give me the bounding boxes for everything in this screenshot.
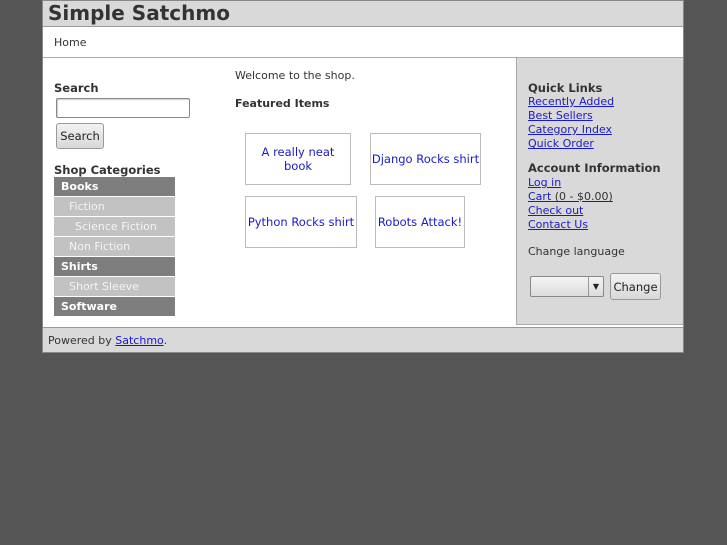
category-item-science-fiction[interactable]: Science Fiction xyxy=(54,217,175,236)
product-link[interactable]: Django Rocks shirt xyxy=(372,152,479,166)
category-list: Books Fiction Science Fiction Non Fictio… xyxy=(54,177,175,317)
header: Simple Satchmo xyxy=(43,1,683,27)
footer: Powered by Satchmo. xyxy=(43,327,683,352)
page-container: Simple Satchmo Home Search Search Shop C… xyxy=(42,0,684,353)
recently-added-link[interactable]: Recently Added xyxy=(528,95,614,108)
featured-product-card[interactable]: Django Rocks shirt xyxy=(370,133,481,185)
change-language-label: Change language xyxy=(528,245,625,258)
featured-heading: Featured Items xyxy=(235,97,330,110)
checkout-link[interactable]: Check out xyxy=(528,204,583,217)
contact-us-link[interactable]: Contact Us xyxy=(528,218,588,231)
featured-product-card[interactable]: Python Rocks shirt xyxy=(245,196,357,248)
categories-heading: Shop Categories xyxy=(54,163,161,177)
category-item-fiction[interactable]: Fiction xyxy=(54,197,175,216)
product-link[interactable]: A really neat book xyxy=(246,145,350,173)
category-item-software[interactable]: Software xyxy=(54,297,175,316)
account-heading: Account Information xyxy=(528,161,661,175)
quick-links-heading: Quick Links xyxy=(528,81,603,95)
change-language-button[interactable]: Change xyxy=(610,273,661,300)
right-sidebar: Quick Links Recently Added Best Sellers … xyxy=(516,58,683,325)
chevron-down-icon[interactable]: ▼ xyxy=(588,277,603,296)
language-select[interactable]: ▼ xyxy=(530,276,604,297)
footer-suffix: . xyxy=(163,334,168,347)
login-link[interactable]: Log in xyxy=(528,176,561,189)
best-sellers-link[interactable]: Best Sellers xyxy=(528,109,593,122)
nav-home-link[interactable]: Home xyxy=(54,36,86,49)
footer-prefix: Powered by xyxy=(48,334,112,347)
satchmo-link[interactable]: Satchmo xyxy=(115,334,163,347)
nav-bar: Home xyxy=(43,27,683,58)
category-item-shirts[interactable]: Shirts xyxy=(54,257,175,276)
product-link[interactable]: Robots Attack! xyxy=(378,215,462,229)
category-item-books[interactable]: Books xyxy=(54,177,175,196)
featured-product-card[interactable]: A really neat book xyxy=(245,133,351,185)
category-index-link[interactable]: Category Index xyxy=(528,123,612,136)
site-title[interactable]: Simple Satchmo xyxy=(48,1,230,26)
category-item-short-sleeve[interactable]: Short Sleeve xyxy=(54,277,175,296)
search-input[interactable] xyxy=(56,98,190,118)
cart-link[interactable]: Cart xyxy=(528,190,551,203)
welcome-text: Welcome to the shop. xyxy=(235,69,355,82)
featured-product-card[interactable]: Robots Attack! xyxy=(375,196,465,248)
product-link[interactable]: Python Rocks shirt xyxy=(248,215,354,229)
cart-row: Cart (0 - $0.00) xyxy=(528,190,613,203)
search-button[interactable]: Search xyxy=(56,123,104,149)
search-heading: Search xyxy=(54,81,99,95)
category-item-non-fiction[interactable]: Non Fiction xyxy=(54,237,175,256)
cart-summary: (0 - $0.00) xyxy=(554,190,613,203)
quick-order-link[interactable]: Quick Order xyxy=(528,137,594,150)
